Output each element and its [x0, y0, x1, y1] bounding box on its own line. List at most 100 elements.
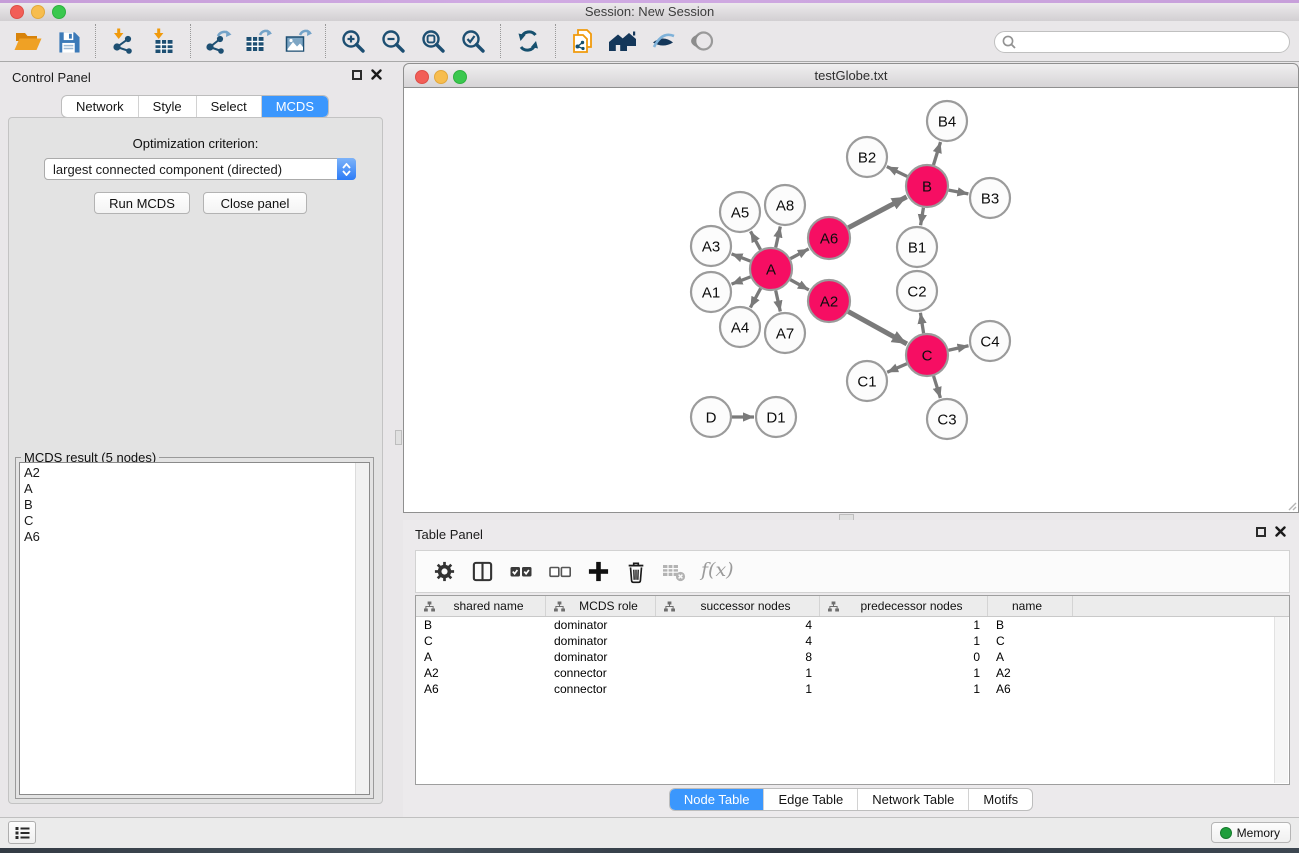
zoom-fit-button[interactable] — [413, 23, 453, 59]
delete-row-button[interactable] — [625, 560, 647, 584]
table-row[interactable]: A6connector11A6 — [416, 681, 1289, 697]
table-scrollbar[interactable] — [1274, 617, 1288, 783]
function-builder-button[interactable]: f(x) — [701, 559, 734, 581]
result-item[interactable]: A2 — [20, 463, 369, 481]
graph-edge-A-A3[interactable] — [732, 254, 751, 261]
table-row[interactable]: Adominator80A — [416, 649, 1289, 665]
zoom-selected-button[interactable] — [453, 23, 493, 59]
tab-motifs[interactable]: Motifs — [968, 789, 1032, 810]
graph-edge-B-B4[interactable] — [933, 142, 940, 165]
hide-graphics-button[interactable] — [643, 23, 683, 59]
graph-node-B1[interactable]: B1 — [897, 227, 937, 267]
tab-network[interactable]: Network — [62, 96, 138, 117]
memory-button[interactable]: Memory — [1211, 822, 1291, 843]
delete-table-button[interactable] — [662, 562, 686, 582]
graph-node-B4[interactable]: B4 — [927, 101, 967, 141]
graph-edge-A6-B[interactable] — [848, 197, 906, 228]
home-layout-button[interactable] — [603, 23, 643, 59]
graph-edge-C-C2[interactable] — [920, 313, 923, 334]
graph-node-A8[interactable]: A8 — [765, 185, 805, 225]
column-header-MCDS-role[interactable]: MCDS role — [546, 596, 656, 616]
graph-node-A4[interactable]: A4 — [720, 307, 760, 347]
graph-edge-A2-C[interactable] — [848, 312, 907, 344]
graph-node-C4[interactable]: C4 — [970, 321, 1010, 361]
tab-mcds[interactable]: MCDS — [261, 96, 328, 117]
graph-node-B2[interactable]: B2 — [847, 137, 887, 177]
tab-select[interactable]: Select — [196, 96, 261, 117]
graph-node-A3[interactable]: A3 — [691, 226, 731, 266]
zoom-out-button[interactable] — [373, 23, 413, 59]
graph-node-C[interactable]: C — [906, 334, 948, 376]
graph-edge-A-A8[interactable] — [776, 226, 781, 247]
criterion-dropdown[interactable]: largest connected component (directed) — [44, 158, 356, 180]
column-header-name[interactable]: name — [988, 596, 1073, 616]
export-network-button[interactable] — [198, 23, 238, 59]
graph-edge-C-C4[interactable] — [948, 346, 968, 350]
close-panel-button[interactable]: Close panel — [203, 192, 307, 214]
deselect-all-button[interactable] — [548, 560, 572, 583]
tab-edge-table[interactable]: Edge Table — [763, 789, 857, 810]
import-network-button[interactable] — [103, 23, 143, 59]
run-mcds-button[interactable]: Run MCDS — [94, 192, 190, 214]
search-input[interactable] — [1018, 34, 1289, 50]
copy-network-button[interactable] — [563, 23, 603, 59]
graph-edge-A-A1[interactable] — [732, 277, 751, 284]
graph-node-A5[interactable]: A5 — [720, 192, 760, 232]
result-item[interactable]: B — [20, 497, 369, 513]
tab-style[interactable]: Style — [138, 96, 196, 117]
tab-node-table[interactable]: Node Table — [670, 789, 764, 810]
table-row[interactable]: A2connector11A2 — [416, 665, 1289, 681]
window-resize-grip[interactable] — [1286, 500, 1297, 511]
result-item[interactable]: C — [20, 513, 369, 529]
table-row[interactable]: Bdominator41B — [416, 617, 1289, 633]
refresh-button[interactable] — [508, 23, 548, 59]
graph-node-D1[interactable]: D1 — [756, 397, 796, 437]
graph-edge-C-C3[interactable] — [934, 376, 941, 398]
result-scrollbar[interactable] — [355, 463, 369, 794]
result-item[interactable]: A6 — [20, 529, 369, 545]
close-table-panel-icon[interactable] — [1275, 526, 1286, 537]
graph-node-D[interactable]: D — [691, 397, 731, 437]
column-header-predecessor-nodes[interactable]: predecessor nodes — [820, 596, 988, 616]
add-row-button[interactable] — [587, 560, 610, 583]
network-window-titlebar[interactable]: testGlobe.txt — [403, 63, 1299, 88]
graph-node-A1[interactable]: A1 — [691, 272, 731, 312]
graph-node-C3[interactable]: C3 — [927, 399, 967, 439]
graph-edge-A-A2[interactable] — [790, 280, 809, 290]
result-item[interactable]: A — [20, 481, 369, 497]
show-graphics-button[interactable] — [683, 23, 723, 59]
float-table-panel-icon[interactable] — [1256, 527, 1266, 537]
zoom-in-button[interactable] — [333, 23, 373, 59]
graph-edge-B-B2[interactable] — [887, 167, 907, 177]
tab-network-table[interactable]: Network Table — [857, 789, 968, 810]
graph-node-B3[interactable]: B3 — [970, 178, 1010, 218]
float-panel-icon[interactable] — [352, 70, 362, 80]
network-canvas[interactable]: B4B2BB3A8A5A6A3B1AA1C2A2A4A7C4CC1C3DD1 — [403, 88, 1299, 513]
graph-edge-A-A7[interactable] — [776, 290, 781, 311]
graph-node-A6[interactable]: A6 — [808, 217, 850, 259]
open-session-button[interactable] — [8, 23, 48, 59]
graph-node-B[interactable]: B — [906, 165, 948, 207]
vertical-splitter-handle[interactable] — [395, 430, 402, 445]
save-session-button[interactable] — [48, 23, 88, 59]
graph-node-A2[interactable]: A2 — [808, 280, 850, 322]
show-columns-button[interactable] — [471, 560, 494, 583]
graph-edge-B-B3[interactable] — [949, 190, 969, 194]
graph-node-A[interactable]: A — [750, 248, 792, 290]
graph-edge-A-A6[interactable] — [790, 249, 808, 259]
mcds-result-list[interactable]: A2ABCA6 — [19, 462, 370, 795]
export-image-button[interactable] — [278, 23, 318, 59]
graph-edge-C-C1[interactable] — [887, 364, 907, 373]
graph-node-C2[interactable]: C2 — [897, 271, 937, 311]
graph-node-C1[interactable]: C1 — [847, 361, 887, 401]
search-field[interactable] — [994, 31, 1290, 53]
column-header-shared-name[interactable]: shared name — [416, 596, 546, 616]
select-all-button[interactable] — [509, 560, 533, 583]
table-row[interactable]: Cdominator41C — [416, 633, 1289, 649]
table-settings-button[interactable] — [433, 560, 456, 583]
export-table-button[interactable] — [238, 23, 278, 59]
task-history-button[interactable] — [8, 821, 36, 844]
graph-edge-A-A4[interactable] — [750, 288, 760, 307]
import-table-button[interactable] — [143, 23, 183, 59]
column-header-successor-nodes[interactable]: successor nodes — [656, 596, 820, 616]
